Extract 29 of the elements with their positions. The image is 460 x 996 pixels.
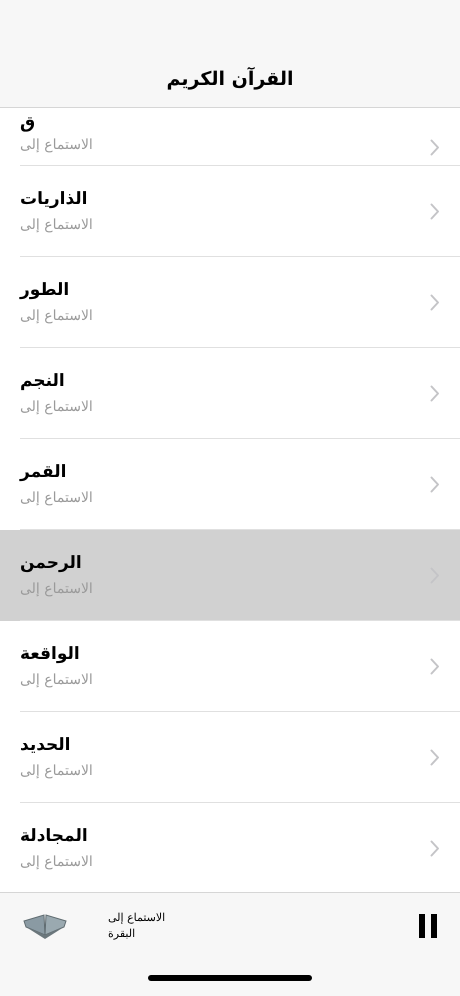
chevron-right-icon bbox=[430, 385, 440, 402]
chevron-right-icon bbox=[430, 658, 440, 675]
chevron-right-icon bbox=[430, 139, 440, 156]
surah-name: الذاريات bbox=[20, 188, 88, 212]
surah-name: المجادلة bbox=[20, 825, 88, 848]
chevron-right-icon bbox=[430, 476, 440, 493]
track-title: البقرة bbox=[108, 926, 136, 942]
surah-name: الواقعة bbox=[20, 643, 80, 666]
chevron-right-icon bbox=[430, 294, 440, 311]
surah-subtitle: الاستماع إلى bbox=[20, 306, 93, 326]
surah-subtitle: الاستماع إلى bbox=[20, 670, 93, 690]
surah-name: الحديد bbox=[20, 734, 70, 758]
surah-name: الرحمن bbox=[20, 552, 82, 576]
chevron-right-icon bbox=[430, 749, 440, 766]
surah-subtitle: الاستماع إلى bbox=[20, 398, 93, 417]
surah-name: الطور bbox=[20, 279, 70, 302]
surah-subtitle: الاستماع إلى bbox=[20, 762, 93, 781]
page-title: القرآن الكريم bbox=[166, 66, 294, 92]
surah-name: النجم bbox=[20, 370, 65, 394]
surah-subtitle: الاستماع إلى bbox=[20, 852, 93, 872]
surah-subtitle: الاستماع إلى bbox=[20, 488, 93, 508]
chevron-right-icon bbox=[430, 840, 440, 857]
chevron-right-icon bbox=[430, 203, 440, 220]
pause-button[interactable] bbox=[416, 913, 440, 939]
surah-subtitle: الاستماع إلى bbox=[20, 136, 93, 155]
surah-name: ق bbox=[20, 113, 36, 133]
surah-subtitle: الاستماع إلى bbox=[20, 216, 93, 235]
surah-name: القمر bbox=[20, 461, 66, 484]
player-label: الاستماع إلى bbox=[108, 910, 166, 926]
